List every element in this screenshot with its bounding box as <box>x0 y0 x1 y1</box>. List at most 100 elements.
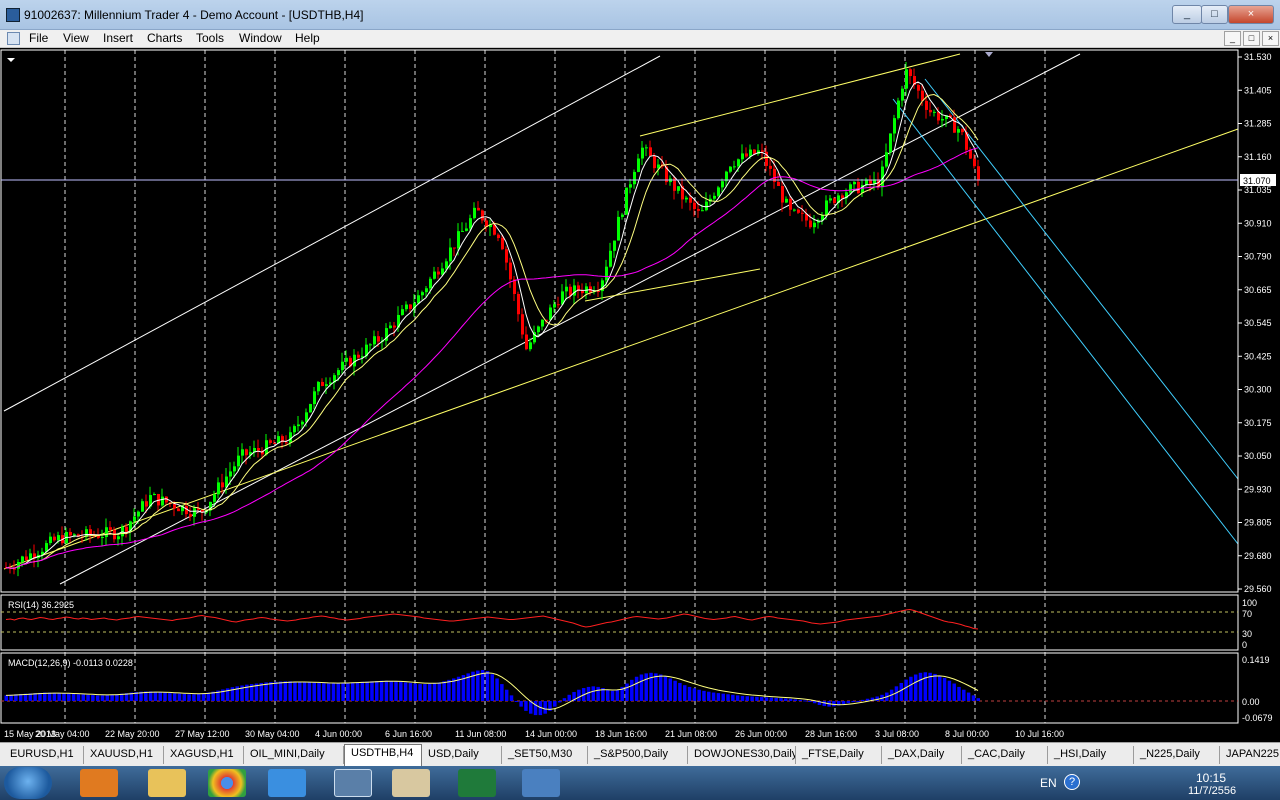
trader-icon[interactable] <box>334 769 372 797</box>
bull-candle <box>241 449 244 456</box>
media-icon[interactable] <box>80 769 118 797</box>
tab--hsi-daily[interactable]: _HSI,Daily <box>1048 746 1134 764</box>
shift-marker-icon[interactable] <box>985 52 993 57</box>
tab-eurusd-h1[interactable]: EURUSD,H1 <box>4 746 84 764</box>
macd-histogram-bar <box>567 694 571 701</box>
macd-histogram-bar <box>702 690 706 701</box>
bull-candle <box>641 147 644 159</box>
mdi-close-button[interactable]: × <box>1262 31 1279 46</box>
excel-icon[interactable] <box>458 769 496 797</box>
macd-histogram-bar <box>192 694 196 701</box>
clock-time[interactable]: 10:15 <box>1196 771 1226 785</box>
macd-indicator <box>1 669 1238 716</box>
time-label: 28 Jun 16:00 <box>805 729 857 739</box>
macd-histogram-bar <box>846 701 851 704</box>
macd-histogram-bar <box>610 690 615 701</box>
time-label: 11 Jun 08:00 <box>455 729 506 739</box>
macd-level-zero: 0.00 <box>1242 697 1260 707</box>
system-tray: EN ? 10:15 11/7/2556 <box>1030 766 1280 800</box>
macd-histogram-bar <box>201 693 206 701</box>
menu-file[interactable]: File <box>27 31 50 45</box>
price-label: 30.300 <box>1244 385 1272 395</box>
start-button[interactable] <box>4 767 52 799</box>
menu-window[interactable]: Window <box>237 31 284 45</box>
price-chart[interactable]: 31.530 31.405 31.285 31.160 31.035 30.910 30.7… <box>0 49 1280 742</box>
macd-histogram-bar <box>423 684 427 701</box>
mdi-restore-button[interactable]: □ <box>1243 31 1260 46</box>
menu-view[interactable]: View <box>61 31 91 45</box>
tab--s-p500-daily[interactable]: _S&P500,Daily <box>588 746 688 764</box>
menu-insert[interactable]: Insert <box>101 31 135 45</box>
bear-candle <box>321 381 324 386</box>
close-button[interactable]: × <box>1228 5 1274 24</box>
bear-candle <box>453 247 456 249</box>
macd-histogram-bar <box>913 674 918 701</box>
macd-histogram-bar <box>442 681 446 701</box>
maximize-button[interactable]: □ <box>1201 5 1228 24</box>
bear-candle <box>977 166 980 181</box>
chart-window[interactable]: 31.530 31.405 31.285 31.160 31.035 30.910 30.7… <box>0 49 1280 742</box>
bull-candle <box>617 216 620 241</box>
chart-window-icon[interactable] <box>7 32 20 45</box>
tab-japan225-h1[interactable]: JAPAN225,H1 <box>1220 746 1280 764</box>
minimize-button[interactable]: _ <box>1172 5 1202 24</box>
macd-histogram-bar <box>302 682 307 701</box>
bull-candle <box>849 184 852 193</box>
down-channel-upper <box>892 98 1239 545</box>
upper-trend-channel-line <box>3 55 661 412</box>
tab--dax-daily[interactable]: _DAX,Daily <box>882 746 962 764</box>
tab-usd-daily[interactable]: USD,Daily <box>422 746 502 764</box>
macd-histogram-bar <box>933 673 937 701</box>
tab-oil-mini-daily[interactable]: OIL_MINI,Daily <box>244 746 344 764</box>
macd-histogram-bar <box>110 694 114 701</box>
macd-histogram-bar <box>288 681 292 701</box>
bull-candle <box>153 494 156 496</box>
menu-charts[interactable]: Charts <box>145 31 184 45</box>
macd-histogram-bar <box>904 679 908 701</box>
help-icon[interactable]: ? <box>1064 774 1080 790</box>
bull-candle <box>705 201 708 211</box>
bull-candle <box>373 336 376 345</box>
bear-candle <box>513 279 516 294</box>
macd-histogram-bar <box>336 683 341 701</box>
mdi-minimize-button[interactable]: _ <box>1224 31 1241 46</box>
macd-histogram-bar <box>57 693 61 701</box>
tab-xauusd-h1[interactable]: XAUUSD,H1 <box>84 746 164 764</box>
macd-histogram-bar <box>81 694 85 701</box>
tab-usdthb-h4[interactable]: USDTHB,H4 <box>344 744 422 766</box>
bull-candle <box>345 357 348 362</box>
bear-candle <box>509 262 512 280</box>
tab-dowjones30-daily[interactable]: DOWJONES30,Daily <box>688 746 796 764</box>
menu-help[interactable]: Help <box>293 31 322 45</box>
bull-candle <box>621 214 624 217</box>
tab--n225-daily[interactable]: _N225,Daily <box>1134 746 1220 764</box>
macd-histogram-bar <box>278 681 283 701</box>
macd-histogram-bar <box>86 694 90 701</box>
paint-icon[interactable] <box>392 769 430 797</box>
app-icon-taskbar[interactable] <box>522 769 560 797</box>
macd-histogram-bar <box>687 686 692 701</box>
ie-icon[interactable] <box>268 769 306 797</box>
bear-candle <box>581 290 584 294</box>
clock-date[interactable]: 11/7/2556 <box>1188 785 1236 797</box>
tab-xagusd-h1[interactable]: XAGUSD,H1 <box>164 746 244 764</box>
tab--cac-daily[interactable]: _CAC,Daily <box>962 746 1048 764</box>
language-indicator[interactable]: EN <box>1040 776 1057 790</box>
macd-histogram-bar <box>774 697 778 701</box>
macd-label: MACD(12,26,9) -0.0113 0.0228 <box>8 658 133 668</box>
explorer-icon[interactable] <box>148 769 186 797</box>
menu-tools[interactable]: Tools <box>194 31 226 45</box>
tab--set50-m30[interactable]: _SET50,M30 <box>502 746 588 764</box>
tab--ftse-daily[interactable]: _FTSE,Daily <box>796 746 882 764</box>
bull-candle <box>957 129 960 133</box>
price-label: 30.665 <box>1244 285 1272 295</box>
chrome-icon[interactable] <box>208 769 246 797</box>
macd-histogram-bar <box>533 701 538 716</box>
bull-candle <box>369 344 372 346</box>
bull-candle <box>637 158 640 172</box>
chart-menu-arrow-icon[interactable] <box>7 58 15 62</box>
support-trendline <box>3 128 1239 570</box>
price-label: 31.160 <box>1244 152 1272 162</box>
macd-histogram-bar <box>735 695 740 701</box>
bear-candle <box>917 85 920 91</box>
